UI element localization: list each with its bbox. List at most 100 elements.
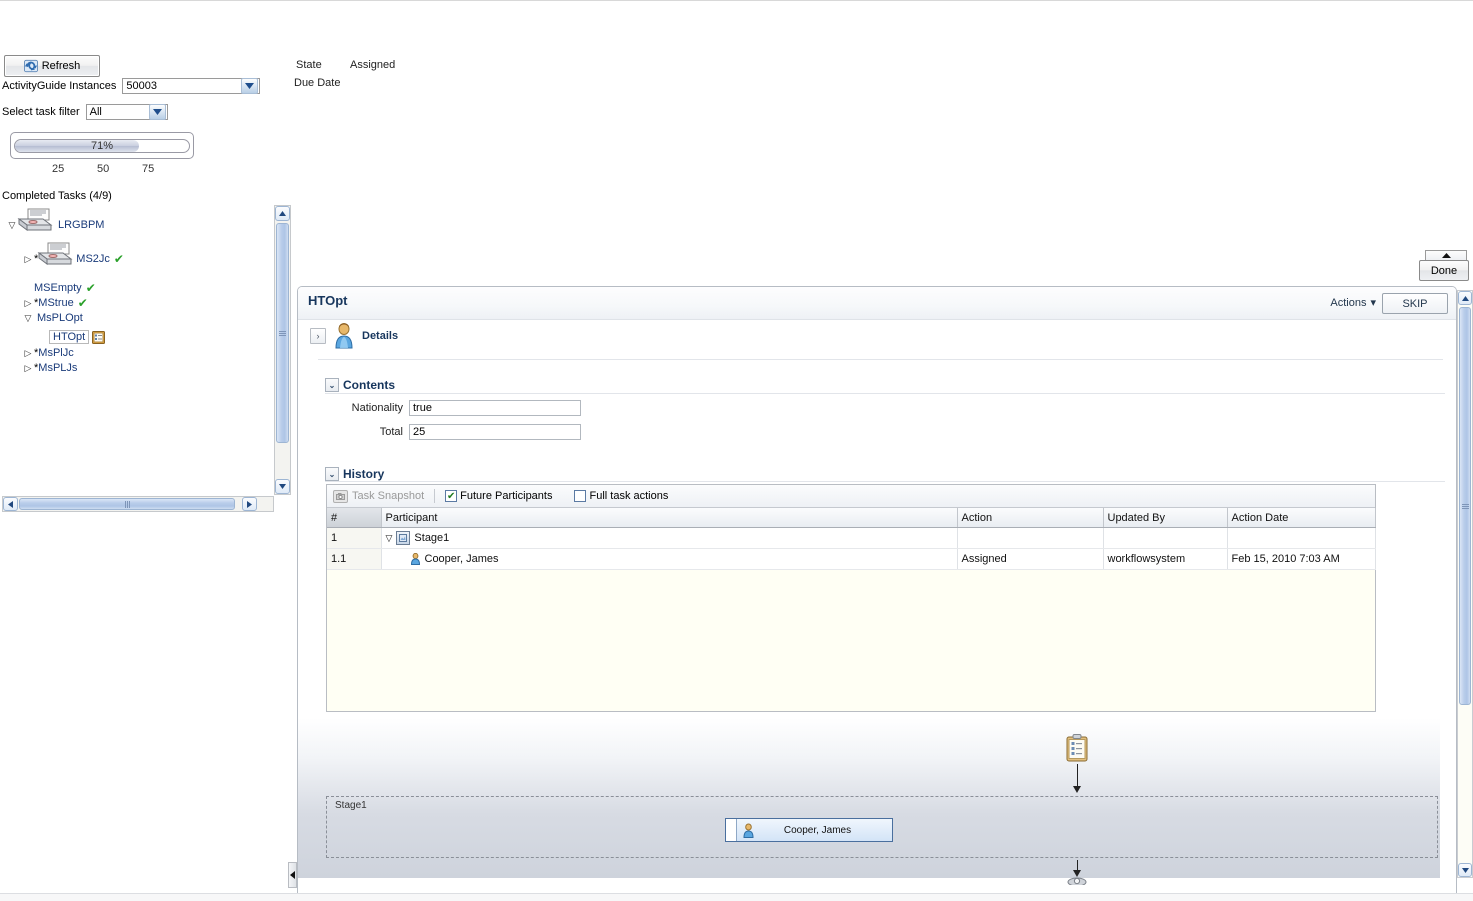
collapse-up-icon[interactable] (1425, 250, 1467, 260)
details-section-toggle[interactable]: › Details (310, 323, 398, 349)
tree-twisty-icon[interactable]: ▷ (22, 254, 34, 265)
nationality-input[interactable] (409, 400, 581, 416)
tree-node-lrgbpm[interactable]: ▽ LRGBPM (6, 208, 104, 233)
progress-percent-label: 71% (90, 139, 114, 152)
process-icon (37, 242, 73, 265)
check-icon: ✔ (113, 252, 124, 266)
activityguide-instances-select[interactable]: 50003 (122, 78, 261, 94)
user-icon (335, 323, 353, 349)
progress-tick-25: 25 (52, 163, 65, 175)
total-field-row: Total (325, 424, 581, 440)
scroll-grip-icon (279, 330, 286, 337)
checkbox-checked-icon[interactable]: ✔ (445, 490, 458, 502)
checkbox-unchecked-icon[interactable] (574, 490, 587, 502)
scroll-left-icon[interactable] (3, 497, 18, 511)
task-filter-row: Select task filter All (2, 104, 168, 120)
refresh-button[interactable]: Refresh (4, 55, 100, 77)
tree-twisty-icon[interactable]: ▽ (22, 313, 34, 324)
refresh-icon (23, 59, 38, 73)
tree-node-msempty[interactable]: MSEmpty ✔ (34, 281, 96, 295)
state-label: State (296, 59, 322, 71)
chevron-down-icon[interactable] (241, 78, 259, 94)
actions-menu[interactable]: Actions ▾ (1330, 296, 1376, 310)
process-icon (17, 208, 53, 231)
flow-connector (1077, 764, 1078, 788)
tree-twisty-icon[interactable]: ▷ (22, 298, 34, 309)
tree-node-label: MS2Jc (76, 253, 110, 265)
tree-scroll-thumb[interactable] (276, 223, 289, 443)
history-section-title: History (343, 467, 385, 481)
tree-twisty-icon[interactable]: ▽ (386, 533, 393, 544)
flow-actor-node[interactable]: Cooper, James (725, 818, 893, 842)
clipboard-icon[interactable] (1066, 734, 1088, 762)
top-divider (0, 0, 1473, 1)
panel-collapse-handle[interactable] (288, 862, 297, 888)
activityguide-tree: ▽ LRGBPM ▷ * MS2Jc ✔ MSEmpty ✔ ▷ * MStru… (2, 205, 274, 490)
done-button[interactable]: Done (1419, 260, 1469, 281)
stage-icon (396, 531, 411, 545)
column-header-num[interactable]: # (327, 508, 382, 528)
scroll-down-icon[interactable] (275, 479, 290, 494)
tree-vertical-scrollbar[interactable] (274, 205, 291, 495)
tree-hscroll-thumb[interactable] (19, 498, 235, 510)
row-number: 1.1 (327, 548, 382, 570)
table-row[interactable]: 1 ▽ Stage1 (327, 527, 1376, 549)
tree-node-mspljc[interactable]: ▷ * MsPlJc (22, 347, 74, 359)
full-task-actions-checkbox[interactable]: Full task actions (574, 490, 668, 502)
column-header-participant[interactable]: Participant (381, 508, 958, 528)
chevron-down-icon[interactable] (148, 104, 166, 120)
tree-twisty-icon[interactable]: ▷ (22, 363, 34, 374)
column-header-action[interactable]: Action (957, 508, 1104, 528)
scroll-right-icon[interactable] (242, 497, 257, 511)
task-panel-scroll-thumb[interactable] (1459, 307, 1471, 705)
tree-twisty-icon[interactable]: ▷ (22, 348, 34, 359)
tree-node-label: HTOpt (49, 330, 90, 344)
task-panel-header: HTOpt Actions ▾ SKIP (298, 287, 1456, 320)
chevron-right-icon[interactable]: › (310, 328, 326, 344)
row-action-date (1227, 527, 1376, 549)
check-icon: ✔ (77, 296, 88, 310)
history-table-container: Task Snapshot ✔ Future Participants Full… (326, 484, 1376, 712)
table-row[interactable]: 1.1 Cooper, James Assigned workflowsyste… (327, 548, 1376, 570)
column-header-updated-by[interactable]: Updated By (1103, 508, 1228, 528)
page-title: HTOpt (308, 293, 348, 308)
workflow-diagram: Stage1 Cooper, James (298, 718, 1440, 885)
row-action: Assigned (957, 548, 1104, 570)
history-divider (325, 481, 1445, 482)
toolbar-divider (434, 489, 436, 503)
tree-node-htopt[interactable]: HTOpt (49, 330, 106, 344)
scroll-up-icon[interactable] (1458, 291, 1472, 305)
scroll-down-icon[interactable] (1458, 863, 1472, 877)
future-participants-checkbox[interactable]: ✔ Future Participants (445, 490, 552, 502)
tree-node-mspljs[interactable]: ▷ * MsPLJs (22, 362, 78, 374)
row-number: 1 (327, 527, 382, 549)
progress-track: 71% (14, 138, 190, 153)
tree-node-mstrue[interactable]: ▷ * MStrue ✔ (22, 296, 88, 310)
skip-button[interactable]: SKIP (1382, 293, 1448, 314)
tree-node-ms2jc[interactable]: ▷ * MS2Jc ✔ (22, 242, 124, 267)
chevron-down-icon[interactable]: ⌄ (325, 378, 339, 392)
section-divider (318, 359, 1443, 360)
tree-node-label: MSEmpty (34, 282, 82, 294)
row-updated-by (1103, 527, 1228, 549)
future-participants-label: Future Participants (460, 490, 553, 502)
completed-tasks-label: Completed Tasks (4/9) (2, 190, 112, 202)
task-snapshot-button[interactable]: Task Snapshot (333, 489, 424, 503)
tree-node-msplopt[interactable]: ▽ MsPLOpt (22, 312, 83, 324)
gear-icon[interactable] (1066, 875, 1088, 885)
column-header-action-date[interactable]: Action Date (1227, 508, 1376, 528)
tree-horizontal-scrollbar[interactable] (2, 496, 274, 512)
task-panel-vertical-scrollbar[interactable] (1457, 290, 1473, 878)
scroll-up-icon[interactable] (275, 206, 290, 221)
tree-node-label: MStrue (38, 297, 74, 309)
nationality-label: Nationality (351, 402, 403, 414)
chevron-down-icon[interactable]: ⌄ (325, 467, 339, 481)
refresh-button-label: Refresh (41, 60, 81, 72)
actor-status-swatch (726, 819, 737, 841)
contents-section-header[interactable]: ⌄ Contents (325, 378, 395, 392)
history-section-header[interactable]: ⌄ History (325, 467, 384, 481)
task-filter-select[interactable]: All (85, 104, 168, 120)
contents-section-title: Contents (343, 378, 395, 392)
total-input[interactable] (409, 424, 581, 440)
tree-node-label: MsPlJc (38, 347, 74, 359)
